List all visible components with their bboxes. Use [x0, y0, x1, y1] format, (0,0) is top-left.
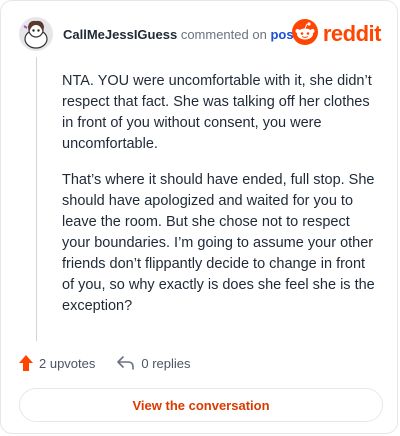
- comment-stats: 2 upvotes 0 replies: [19, 352, 191, 374]
- thread-line: [36, 57, 37, 341]
- embedded-comment-card: CallMeJessIGuess commented on post reddi…: [0, 0, 398, 434]
- comment-paragraph: That’s where it should have ended, full …: [62, 172, 375, 314]
- user-avatar[interactable]: [19, 17, 53, 51]
- upvote-arrow-icon: [19, 355, 33, 371]
- reply-label: 0 replies: [141, 355, 191, 371]
- reddit-snoo-icon: [291, 18, 318, 50]
- comment-byline: CallMeJessIGuess commented on post: [63, 27, 298, 42]
- action-text: commented on: [180, 27, 267, 42]
- reddit-logo[interactable]: reddit: [291, 18, 382, 50]
- reddit-wordmark: reddit: [322, 21, 382, 46]
- comment-body: NTA. YOU were uncomfortable with it, she…: [62, 71, 380, 332]
- author-username[interactable]: CallMeJessIGuess: [63, 27, 177, 42]
- reply-arrow-icon: [117, 356, 135, 370]
- reply-count[interactable]: 0 replies: [117, 355, 191, 371]
- comment-paragraph: NTA. YOU were uncomfortable with it, she…: [62, 73, 372, 152]
- upvote-label: 2 upvotes: [39, 355, 96, 371]
- comment-header: CallMeJessIGuess commented on post reddi…: [19, 17, 382, 53]
- view-conversation-button[interactable]: View the conversation: [19, 388, 383, 422]
- upvote-count[interactable]: 2 upvotes: [19, 355, 95, 371]
